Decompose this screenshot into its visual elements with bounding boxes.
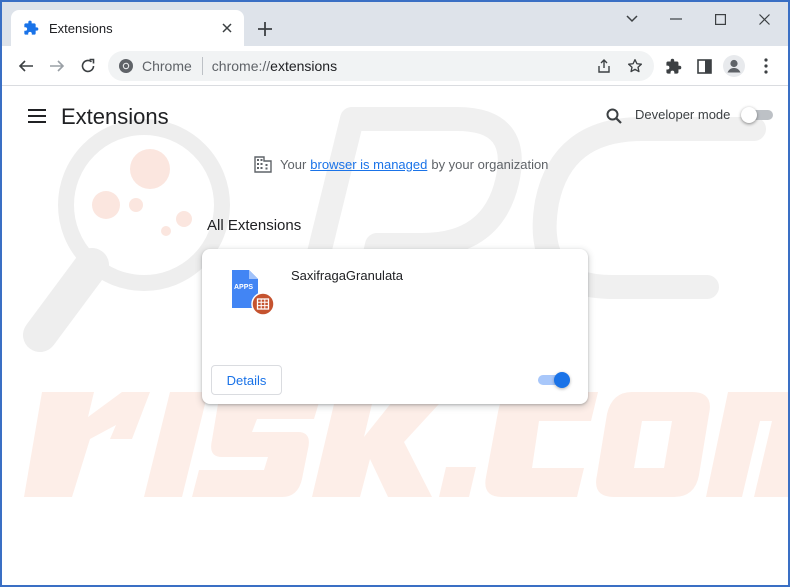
search-icon[interactable]	[603, 105, 625, 127]
site-label: Chrome	[142, 58, 192, 74]
managed-prefix: Your	[280, 156, 307, 172]
all-extensions-heading: All Extensions	[207, 217, 302, 234]
url-scheme: chrome://	[211, 58, 271, 74]
bookmark-star-icon[interactable]	[623, 54, 647, 78]
chevron-down-icon[interactable]	[614, 8, 650, 30]
chrome-logo-icon	[118, 58, 134, 74]
extension-card: APPS SaxifragaGranulata Details	[202, 249, 588, 404]
omnibox-divider	[201, 57, 203, 75]
close-window-icon[interactable]	[746, 8, 782, 30]
extensions-page: Extensions Developer mode Your browser i…	[2, 87, 788, 585]
kebab-menu-icon[interactable]	[754, 54, 778, 78]
toggle-thumb	[741, 107, 757, 123]
details-button[interactable]: Details	[211, 365, 282, 395]
managed-suffix: by your organization	[431, 156, 549, 172]
tab-extensions[interactable]: Extensions	[11, 10, 244, 46]
share-icon[interactable]	[592, 54, 616, 78]
tab-strip: Extensions	[2, 2, 788, 46]
profile-avatar-icon[interactable]	[722, 54, 746, 78]
developer-mode-toggle[interactable]	[741, 107, 773, 123]
main-menu-hamburger-icon[interactable]	[26, 105, 48, 127]
extensions-puzzle-icon[interactable]	[661, 54, 685, 78]
new-tab-button[interactable]	[254, 18, 276, 40]
extension-enable-toggle[interactable]	[538, 372, 570, 388]
tab-title: Extensions	[49, 20, 113, 36]
page-title: Extensions	[61, 104, 169, 129]
apps-icon-label: APPS	[234, 284, 253, 291]
maximize-icon[interactable]	[702, 8, 738, 30]
building-icon	[254, 155, 272, 173]
side-panel-icon[interactable]	[692, 54, 716, 78]
apps-extension-icon: APPS	[232, 270, 275, 316]
developer-mode-label: Developer mode	[635, 107, 731, 122]
browser-managed-link[interactable]: browser is managed	[310, 157, 427, 172]
back-arrow-icon[interactable]	[14, 54, 38, 78]
url-path: extensions	[270, 58, 338, 74]
address-bar[interactable]: Chrome chrome://extensions	[108, 51, 654, 81]
browser-window: Extensions Chrome chrome://extensions Ex…	[0, 0, 790, 587]
minimize-icon[interactable]	[658, 8, 694, 30]
forward-arrow-icon[interactable]	[45, 54, 69, 78]
toggle-thumb	[554, 372, 570, 388]
puzzle-piece-icon	[23, 20, 39, 36]
url-text: chrome://extensions	[212, 58, 337, 74]
extension-name: SaxifragaGranulata	[291, 268, 404, 283]
reload-icon[interactable]	[76, 54, 100, 78]
close-tab-icon[interactable]	[218, 19, 236, 37]
browser-toolbar: Chrome chrome://extensions	[2, 46, 788, 86]
managed-notice: Your browser is managed by your organiza…	[254, 154, 548, 174]
